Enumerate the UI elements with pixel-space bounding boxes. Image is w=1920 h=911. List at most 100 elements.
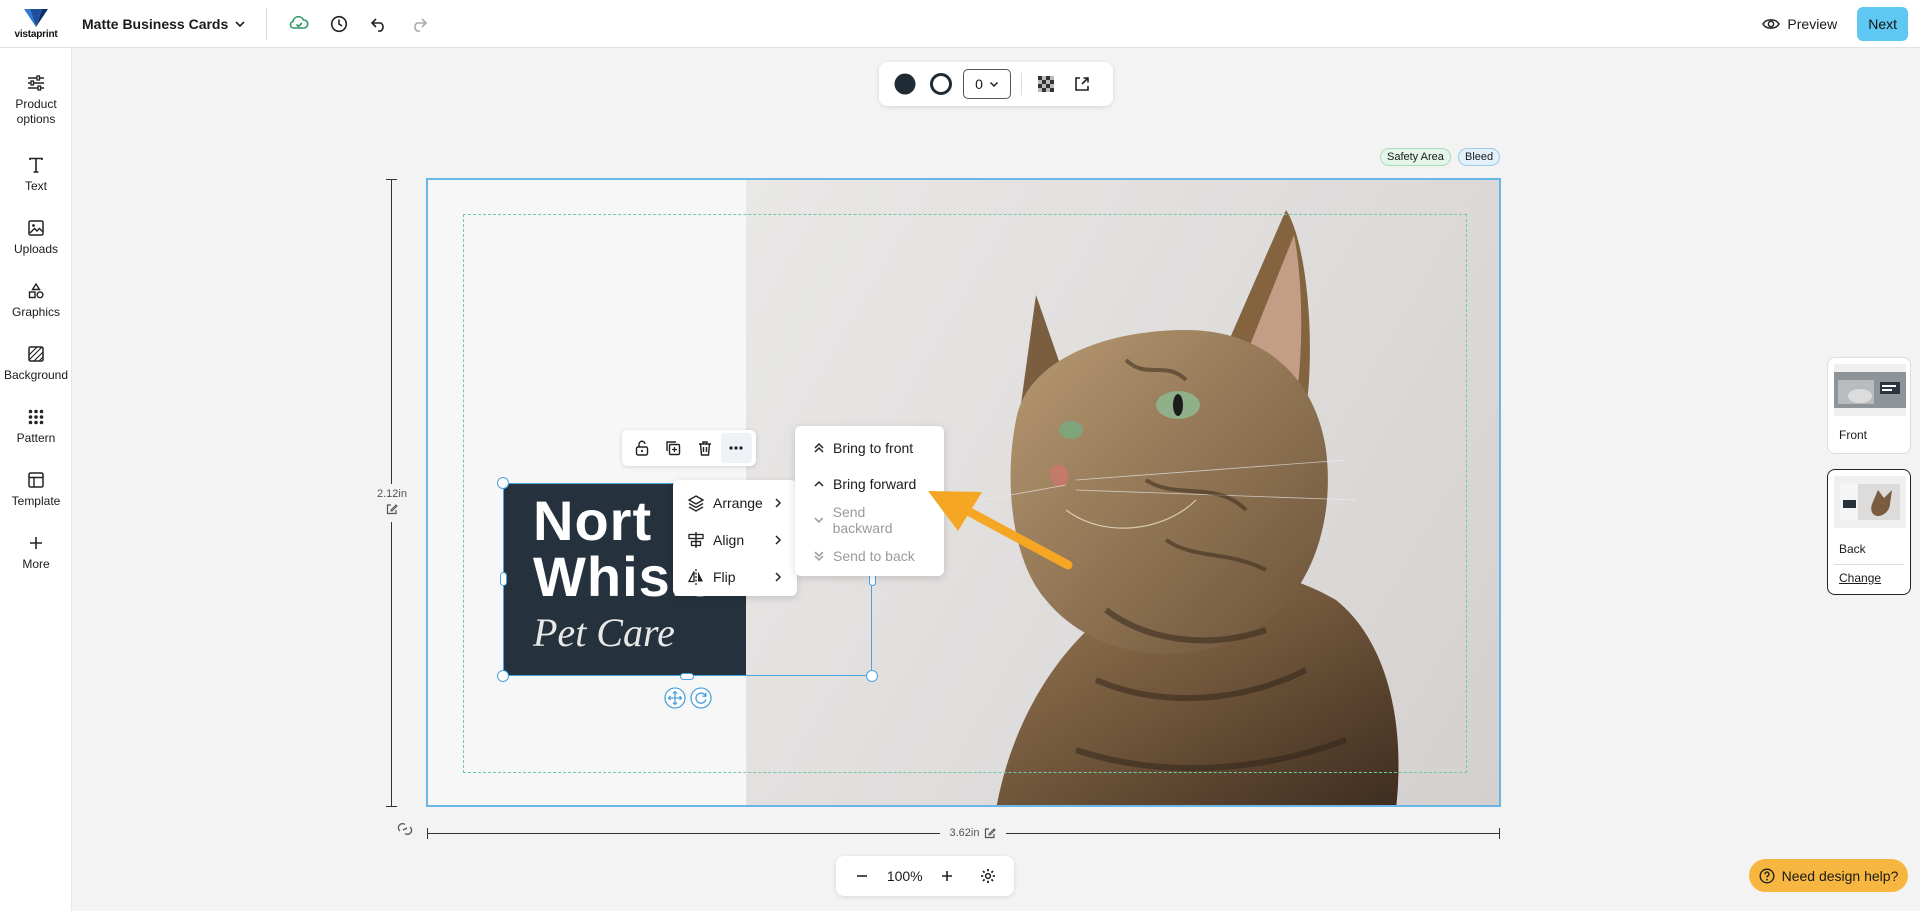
zoom-out-button[interactable] xyxy=(846,860,878,892)
export-icon xyxy=(1075,77,1089,91)
template-icon xyxy=(28,472,44,488)
front-preview-image xyxy=(1834,364,1906,416)
need-design-help-button[interactable]: Need design help? xyxy=(1749,859,1908,892)
zoom-settings-button[interactable] xyxy=(972,860,1004,892)
product-name: Matte Business Cards xyxy=(82,15,229,32)
duplicate-button[interactable] xyxy=(658,433,690,463)
sidebar-label: Template xyxy=(11,494,61,508)
logo-text: vistaprint xyxy=(14,28,58,40)
back-label: Back xyxy=(1839,542,1866,556)
arrange-submenu: Bring to front Bring forward Send backwa… xyxy=(795,426,944,576)
front-thumbnail-illustration xyxy=(1834,372,1906,408)
menu-item-align[interactable]: Align xyxy=(673,521,797,558)
share-export-button[interactable] xyxy=(1064,68,1100,100)
menu-item-arrange[interactable]: Arrange xyxy=(673,484,797,521)
bring-forward-option[interactable]: Bring forward xyxy=(795,466,944,502)
fill-color-button[interactable] xyxy=(887,68,923,100)
submenu-label: Send backward xyxy=(832,504,893,536)
undo-button[interactable] xyxy=(359,4,399,44)
rotate-icon[interactable] xyxy=(690,687,712,709)
sidebar-label: Background xyxy=(3,368,69,382)
sidebar-item-text[interactable]: Text xyxy=(0,156,72,194)
resize-handle-bottom-left[interactable] xyxy=(497,670,509,682)
width-ruler-cap xyxy=(427,828,428,839)
layers-icon xyxy=(687,494,705,512)
sidebar-item-uploads[interactable]: Uploads xyxy=(0,219,72,257)
vistaprint-logo[interactable]: vistaprint xyxy=(0,0,72,48)
zoom-level[interactable]: 100% xyxy=(887,868,923,884)
sidebar-item-more[interactable]: More xyxy=(0,534,72,572)
sidebar-label: Text xyxy=(24,179,47,193)
text-icon xyxy=(29,157,43,173)
left-sidebar: Product options Text Uploads Graphics Ba… xyxy=(0,48,72,911)
front-label: Front xyxy=(1839,428,1868,442)
toolbar-separator xyxy=(1021,73,1022,95)
link-dimensions-icon[interactable] xyxy=(397,821,413,837)
next-button[interactable]: Next xyxy=(1857,7,1908,41)
bring-to-front-option[interactable]: Bring to front xyxy=(795,430,944,466)
back-thumbnail-illustration xyxy=(1840,484,1900,520)
sidebar-label: Uploads xyxy=(13,242,59,256)
redo-icon xyxy=(414,17,428,32)
transparency-checker-icon xyxy=(1038,76,1054,92)
more-options-button[interactable] xyxy=(720,433,752,463)
width-value: 3.62in xyxy=(949,827,980,839)
stroke-color-icon xyxy=(930,73,952,95)
chevron-down-icon xyxy=(235,20,245,27)
double-chevron-up-icon xyxy=(814,442,824,453)
sidebar-item-product-options[interactable]: Product options xyxy=(0,74,72,127)
transparency-button[interactable] xyxy=(1028,68,1064,100)
sliders-icon xyxy=(28,75,44,91)
unlock-button[interactable] xyxy=(626,433,658,463)
cloud-check-icon xyxy=(289,15,309,29)
stroke-color-button[interactable] xyxy=(923,68,959,100)
flip-icon xyxy=(687,568,703,585)
change-back-link[interactable]: Change xyxy=(1828,571,1910,585)
help-label: Need design help? xyxy=(1781,867,1899,884)
sidebar-item-background[interactable]: Background xyxy=(0,345,72,383)
duplicate-icon xyxy=(666,441,681,456)
history-button[interactable] xyxy=(319,4,359,44)
zoom-in-button[interactable] xyxy=(931,860,963,892)
delete-button[interactable] xyxy=(689,433,721,463)
front-side-thumbnail[interactable]: Front xyxy=(1827,357,1911,454)
width-ruler-label[interactable]: 3.62in xyxy=(940,825,1006,841)
sidebar-item-graphics[interactable]: Graphics xyxy=(0,282,72,320)
format-toolbar: 0 xyxy=(879,62,1113,106)
menu-item-label: Align xyxy=(713,531,745,548)
send-backward-option: Send backward xyxy=(795,502,944,538)
safety-area-badge[interactable]: Safety Area xyxy=(1380,148,1451,166)
design-canvas[interactable]: Nort Whisk Pet Care h ers xyxy=(426,178,1501,807)
menu-item-flip[interactable]: Flip xyxy=(673,558,797,595)
redo-button[interactable] xyxy=(399,4,439,44)
clock-icon xyxy=(331,15,348,32)
chevron-right-icon xyxy=(775,497,782,508)
resize-handle-left[interactable] xyxy=(500,572,507,586)
sidebar-item-template[interactable]: Template xyxy=(0,471,72,509)
chevron-up-icon xyxy=(814,480,824,487)
resize-handle-bottom-right[interactable] xyxy=(866,670,878,682)
more-horizontal-icon xyxy=(729,446,743,450)
back-side-thumbnail[interactable]: Back Change xyxy=(1827,469,1911,595)
undo-icon xyxy=(371,17,384,32)
resize-handle-top-left[interactable] xyxy=(497,477,509,489)
move-icon[interactable] xyxy=(664,687,686,709)
resize-handle-bottom[interactable] xyxy=(680,673,694,680)
submenu-label: Bring forward xyxy=(833,476,917,492)
sidebar-label: Product options xyxy=(15,97,57,126)
height-ruler-label[interactable]: 2.12in xyxy=(372,484,412,522)
stroke-width-select[interactable]: 0 xyxy=(963,69,1011,99)
width-ruler-cap xyxy=(1499,828,1500,839)
bleed-badge[interactable]: Bleed xyxy=(1458,148,1501,166)
fill-color-swatch-icon xyxy=(894,73,916,95)
pattern-icon xyxy=(28,409,44,425)
menu-item-label: Flip xyxy=(713,568,736,585)
preview-button[interactable]: Preview xyxy=(1754,10,1845,38)
preview-label: Preview xyxy=(1787,16,1838,32)
unlock-icon xyxy=(635,440,648,456)
edit-icon xyxy=(386,504,398,515)
height-ruler-cap xyxy=(386,179,397,180)
sidebar-item-pattern[interactable]: Pattern xyxy=(0,408,72,446)
cloud-save-button[interactable] xyxy=(279,4,319,44)
product-name-dropdown[interactable]: Matte Business Cards xyxy=(82,16,246,32)
